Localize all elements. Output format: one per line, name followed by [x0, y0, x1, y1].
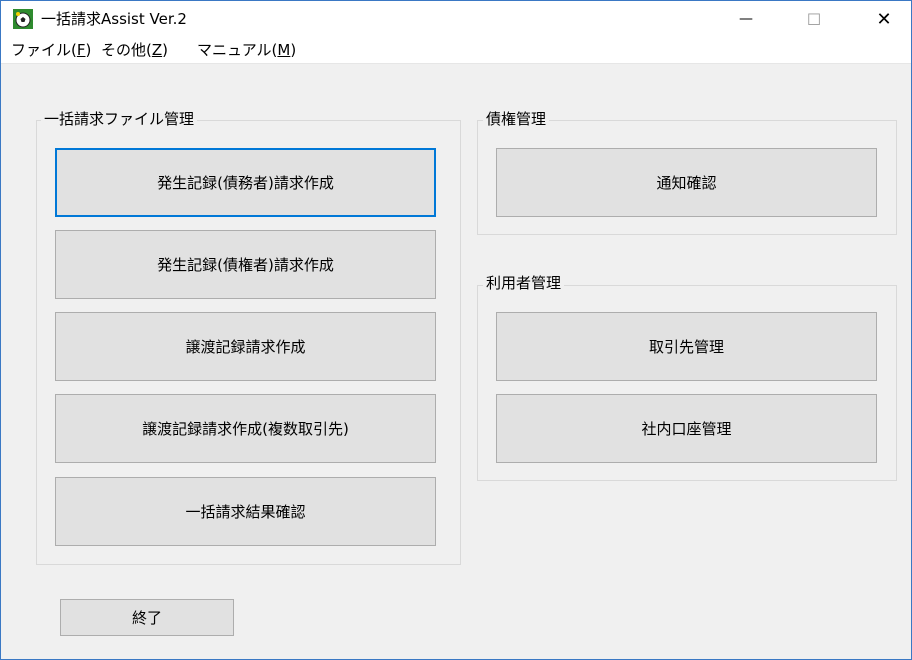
issue-record-creditor-button[interactable]: 発生記録(債権者)請求作成: [55, 230, 436, 299]
app-window: 一括請求Assist Ver.2 — ☐ ✕ ファイル(F) その他(Z) マニ…: [0, 0, 912, 660]
company-account-button[interactable]: 社内口座管理: [496, 394, 877, 463]
transfer-record-button[interactable]: 譲渡記録請求作成: [55, 312, 436, 381]
menu-file[interactable]: ファイル(F): [7, 40, 95, 60]
exit-button[interactable]: 終了: [60, 599, 234, 636]
minimize-icon: —: [739, 11, 753, 27]
close-button[interactable]: ✕: [861, 1, 907, 37]
menu-other[interactable]: その他(Z): [97, 40, 172, 60]
maximize-icon: ☐: [806, 9, 822, 29]
user-management-title: 利用者管理: [483, 274, 565, 292]
soccer-ball-icon: [13, 9, 33, 29]
maximize-button[interactable]: ☐: [791, 1, 837, 37]
close-icon: ✕: [876, 8, 892, 30]
menu-manual[interactable]: マニュアル(M): [193, 40, 300, 60]
notification-check-button[interactable]: 通知確認: [496, 148, 877, 217]
title-bar[interactable]: 一括請求Assist Ver.2 — ☐ ✕: [1, 1, 911, 37]
window-title: 一括請求Assist Ver.2: [41, 10, 187, 28]
file-management-title: 一括請求ファイル管理: [41, 110, 198, 128]
transfer-record-multi-button[interactable]: 譲渡記録請求作成(複数取引先): [55, 394, 436, 463]
credit-management-title: 債権管理: [483, 110, 550, 128]
partner-management-button[interactable]: 取引先管理: [496, 312, 877, 381]
batch-result-check-button[interactable]: 一括請求結果確認: [55, 477, 436, 546]
menu-bar: ファイル(F) その他(Z) マニュアル(M): [1, 37, 911, 64]
issue-record-debtor-button[interactable]: 発生記録(債務者)請求作成: [55, 148, 436, 217]
minimize-button[interactable]: —: [723, 1, 769, 37]
